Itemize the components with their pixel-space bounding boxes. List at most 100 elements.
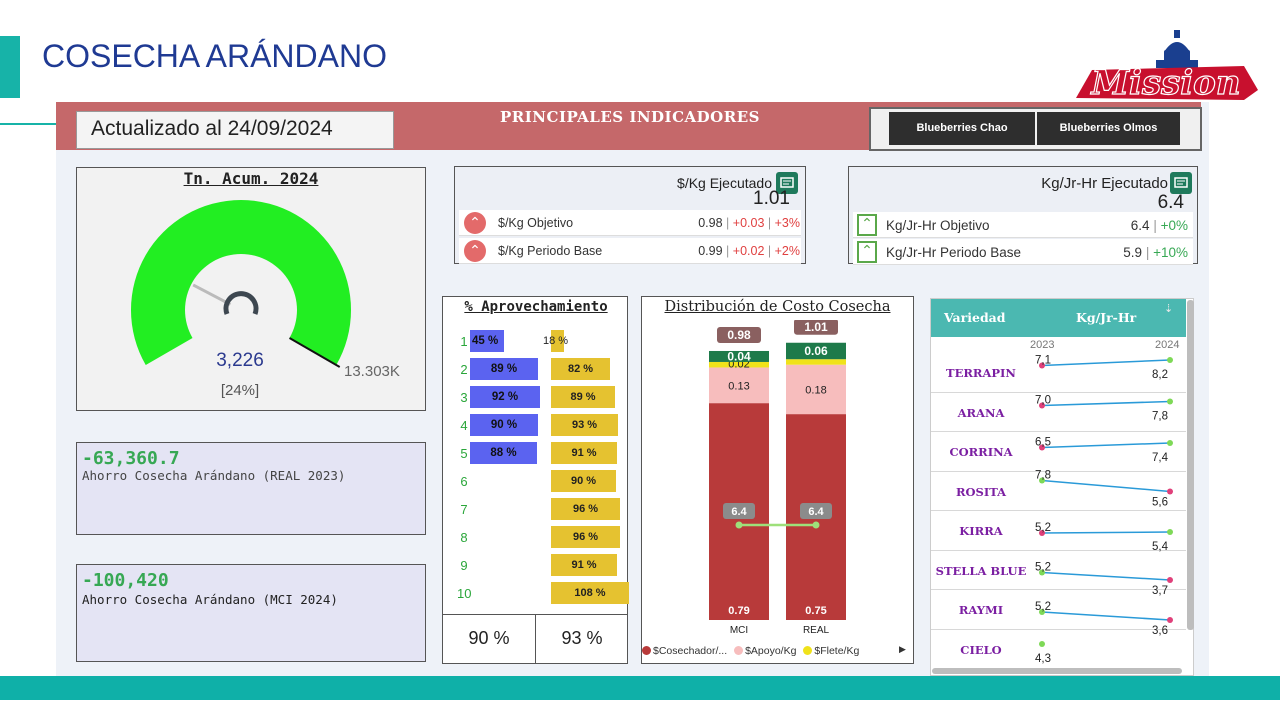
legend-dot (642, 646, 651, 655)
point-2024 (1167, 357, 1173, 363)
export-data-icon[interactable] (1170, 172, 1192, 194)
kg-tag-label: 6.4 (808, 506, 824, 518)
tab-blueberries-olmos[interactable]: Blueberries Olmos (1037, 112, 1180, 145)
tab-blueberries-chao[interactable]: Blueberries Chao (889, 112, 1035, 145)
kg-col-header[interactable]: Kg/Jr-Hr (1076, 310, 1136, 325)
variety-name: KIRRA (959, 524, 1003, 538)
value-2024: 7,4 (1152, 452, 1169, 464)
slope-line (1041, 479, 1171, 493)
kg-line-point (735, 521, 743, 529)
aprovechamiento-bar-a: 90 % (470, 414, 538, 436)
bar-value-label: 0.75 (805, 605, 826, 617)
totals-divider (535, 614, 536, 664)
total-label: 1.01 (804, 320, 828, 334)
value-2023: 4,3 (1035, 653, 1051, 665)
aprovechamiento-bar-b: 18 % (543, 330, 568, 352)
row-number: 7 (460, 502, 468, 517)
aprovechamiento-bar-b: 91 % (551, 554, 617, 576)
variedad-col-header[interactable]: Variedad (944, 310, 1006, 325)
aprovechamiento-bar-b: 89 % (551, 386, 615, 408)
aprovechamiento-bar-a: 88 % (470, 442, 537, 464)
point-2024 (1167, 488, 1173, 495)
legend-item: $Apoyo/Kg (745, 645, 797, 657)
value-2024: 3,6 (1152, 625, 1168, 637)
total-label: 0.98 (727, 328, 751, 342)
savings-value-real-2023: -63,360.7 (82, 448, 180, 469)
aprovechamiento-bar-a: 45 % (470, 330, 504, 352)
horizontal-scrollbar[interactable] (932, 668, 1182, 674)
savings-label-real-2023: Ahorro Cosecha Arándano (REAL 2023) (82, 468, 346, 483)
aprovechamiento-bar-b: 93 % (551, 414, 618, 436)
cost-row-label: $/Kg Periodo Base (498, 244, 603, 258)
value-2023: 6,5 (1035, 437, 1051, 449)
aprovechamiento-bar-a: 92 % (470, 386, 540, 408)
row-number: 8 (460, 530, 468, 545)
bar-segment[interactable] (786, 359, 846, 365)
aprovechamiento-bar-b: 108 % (551, 582, 629, 604)
bar-value-label: 0.06 (804, 344, 828, 358)
row-number: 5 (460, 446, 468, 461)
chevron-up-icon: ⌃ (857, 214, 877, 236)
legend-dot (803, 646, 813, 655)
variety-name: CIELO (960, 642, 1002, 657)
savings-value-mci-2024: -100,420 (82, 570, 169, 591)
point-2024 (1167, 617, 1173, 623)
x-category-label: MCI (730, 625, 748, 636)
aprovechamiento-total-a: 90 % (468, 628, 510, 648)
bar-value-label: 0.04 (727, 349, 751, 363)
cost-card-value: 1.01 (753, 188, 790, 209)
legend-next-arrow-icon[interactable]: ▶ (899, 645, 906, 655)
kg-tag-label: 6.4 (731, 506, 747, 518)
aprovechamiento-bar-b: 82 % (551, 358, 610, 380)
kg-row-values: 5.9 | +10% (1123, 245, 1188, 260)
variedad-slope-chart: 8,2 7,1 7,8 7,0 7,4 6,5 5,6 7,8 5,4 5,2 3,7 5,2 3,6 5… (1035, 355, 1173, 665)
value-2024: 7,8 (1152, 411, 1168, 423)
year-label-2024: 2024 (1155, 339, 1180, 351)
gauge-needle (192, 283, 232, 306)
slope-line (1041, 442, 1171, 449)
value-2023: 7,1 (1035, 355, 1051, 367)
point-2023 (1039, 641, 1045, 647)
section-title: PRINCIPALES INDICADORES (500, 108, 760, 126)
vertical-scrollbar[interactable] (1187, 300, 1194, 630)
logo-text: Mission (1090, 63, 1240, 103)
row-number: 9 (460, 558, 468, 573)
aprovechamiento-bar-b: 96 % (551, 498, 620, 520)
point-2024 (1167, 529, 1173, 535)
value-2023: 7,8 (1035, 470, 1051, 482)
variety-name: CORRINA (949, 445, 1013, 459)
aprovechamiento-title: % Aprovechamiento (464, 299, 608, 315)
row-number: 2 (460, 362, 468, 377)
sort-icon[interactable]: ⇣ (1164, 302, 1173, 315)
kg-line-point (812, 521, 820, 529)
cost-row-values: 0.98 | +0.03 | +3% (698, 216, 800, 230)
slope-line (1041, 400, 1171, 407)
title-accent-line (0, 123, 56, 125)
slope-line (1041, 531, 1171, 534)
value-2024: 8,2 (1152, 369, 1168, 381)
kg-row-label: Kg/Jr-Hr Objetivo (886, 218, 990, 233)
slope-line (1041, 611, 1171, 621)
kg-card-value: 6.4 (1157, 192, 1184, 213)
kg-card-title: Kg/Jr-Hr Ejecutado (1041, 175, 1168, 192)
x-category-label: REAL (803, 625, 830, 636)
variety-name: ARANA (957, 405, 1005, 420)
title-accent-block (0, 36, 20, 98)
aprovechamiento-bar-a: 89 % (470, 358, 538, 380)
variety-name: TERRAPIN (946, 366, 1016, 380)
chart-title: Distribución de Costo Cosecha (664, 299, 891, 315)
value-2023: 5,2 (1035, 601, 1051, 613)
gauge-value: 3,226 (216, 350, 264, 371)
updated-date-label: Actualizado al 24/09/2024 (76, 111, 394, 149)
variety-name: RAYMI (958, 603, 1004, 617)
variety-name: STELLA BLUE (935, 563, 1027, 578)
bar-value-label: 0.13 (728, 380, 749, 392)
footer-bar (0, 676, 1280, 700)
legend-item: $Flete/Kg (814, 645, 860, 657)
aprovechamiento-bar-b: 91 % (551, 442, 617, 464)
slide-title: COSECHA ARÁNDANO (42, 38, 387, 74)
variety-name: ROSITA (955, 484, 1007, 499)
chevron-up-icon: ⌃ (857, 241, 877, 263)
gauge-max-label: 13.303K (344, 363, 400, 380)
slope-line (1041, 359, 1171, 367)
